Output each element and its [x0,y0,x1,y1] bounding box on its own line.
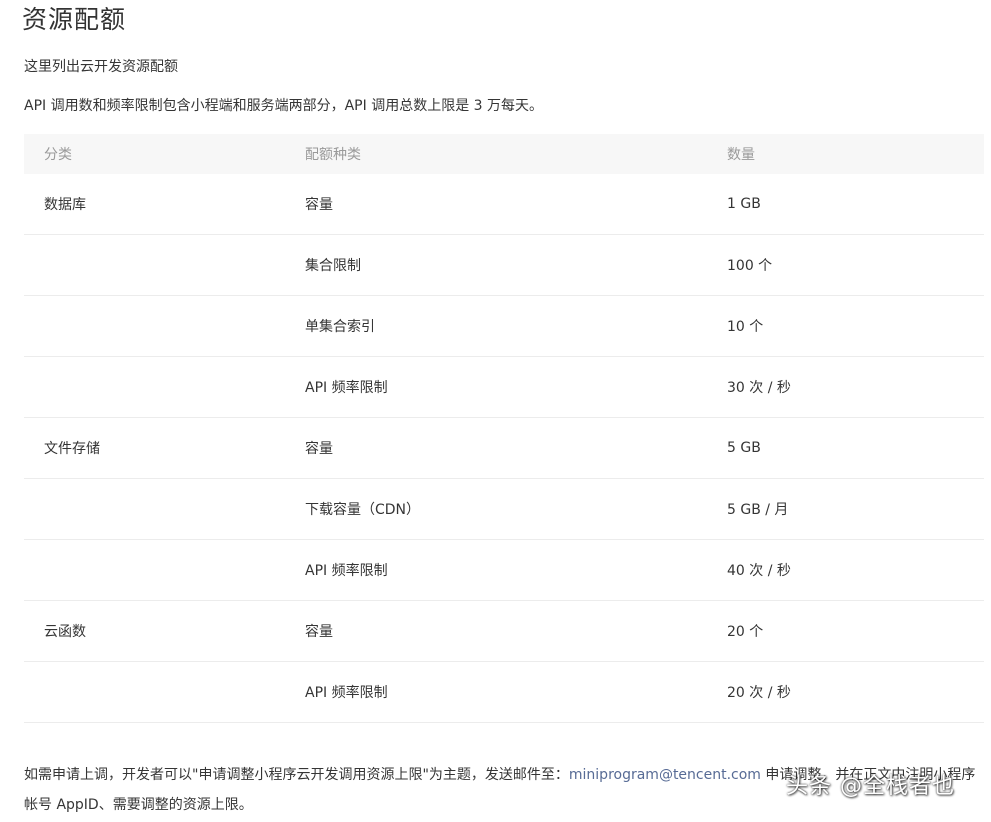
intro-detail-text: API 调用数和频率限制包含小程端和服务端两部分，API 调用总数上限是 3 万… [24,98,544,114]
table-body: 数据库 容量 1 GB 集合限制 100 个 单集合索引 10 个 API 频率… [24,174,984,723]
quota-table: 分类 配额种类 数量 数据库 容量 1 GB 集合限制 100 个 单集合索引 … [24,134,984,723]
cell-category: 云函数 [24,600,305,662]
header-amount: 数量 [727,147,755,163]
cell-kind: 容量 [305,174,727,235]
header-kind: 配额种类 [305,147,361,163]
cell-amount: 20 个 [727,600,984,662]
table-row: 文件存储 容量 5 GB [24,417,984,479]
cell-category [24,539,305,601]
cell-category: 数据库 [24,174,305,235]
cell-category: 文件存储 [24,417,305,479]
intro-text: 这里列出云开发资源配额 [24,59,178,75]
cell-kind: 下载容量（CDN） [305,478,727,540]
document-page: 资源配额 这里列出云开发资源配额 API 调用数和频率限制包含小程端和服务端两部… [0,0,991,822]
cell-amount: 40 次 / 秒 [727,539,984,601]
cell-amount: 30 次 / 秒 [727,356,984,418]
email-link[interactable]: miniprogram@tencent.com [569,767,761,783]
table-row: API 频率限制 30 次 / 秒 [24,356,984,418]
table-row: 下载容量（CDN） 5 GB / 月 [24,478,984,540]
cell-category [24,478,305,540]
cell-amount: 10 个 [727,295,984,357]
cell-amount: 5 GB [727,417,984,479]
cell-category [24,356,305,418]
cell-category [24,295,305,357]
footer-text-before: 如需申请上调，开发者可以"申请调整小程序云开发调用资源上限"为主题，发送邮件至： [24,767,569,783]
cell-category [24,661,305,723]
cell-amount: 1 GB [727,174,984,235]
cell-kind: API 频率限制 [305,661,727,723]
cell-kind: 单集合索引 [305,295,727,357]
cell-amount: 20 次 / 秒 [727,661,984,723]
cell-amount: 5 GB / 月 [727,478,984,540]
cell-kind: API 频率限制 [305,539,727,601]
watermark: 头条 @全栈者也 [786,774,955,799]
table-header: 分类 配额种类 数量 [24,134,984,174]
cell-amount: 100 个 [727,234,984,296]
header-category: 分类 [44,147,72,163]
table-row: 数据库 容量 1 GB [24,174,984,235]
table-row: API 频率限制 40 次 / 秒 [24,539,984,601]
table-row: 单集合索引 10 个 [24,295,984,357]
table-row: 云函数 容量 20 个 [24,600,984,662]
cell-kind: API 频率限制 [305,356,727,418]
cell-kind: 容量 [305,417,727,479]
cell-category [24,234,305,296]
page-title: 资源配额 [22,5,127,34]
table-row: 集合限制 100 个 [24,234,984,296]
cell-kind: 容量 [305,600,727,662]
table-row: API 频率限制 20 次 / 秒 [24,661,984,723]
table-header-row: 分类 配额种类 数量 [24,134,984,174]
cell-kind: 集合限制 [305,234,727,296]
